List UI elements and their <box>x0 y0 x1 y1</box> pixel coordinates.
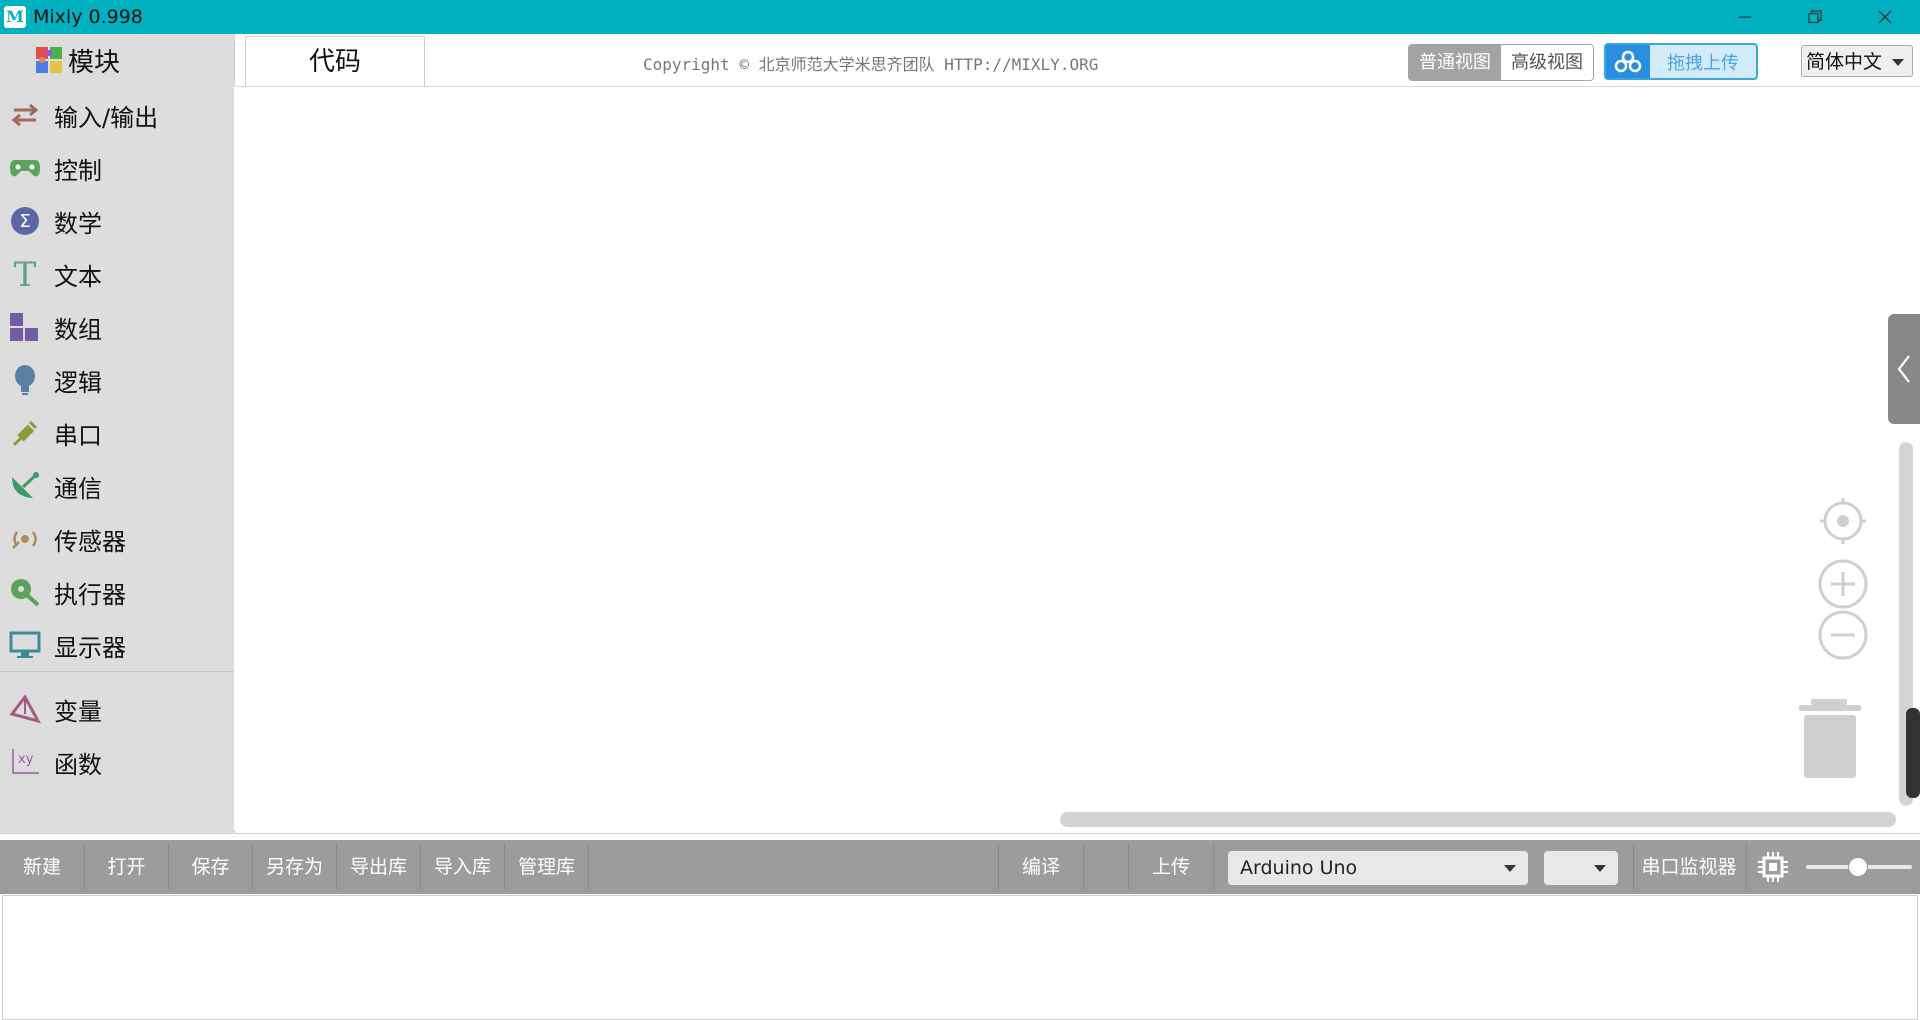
category-sensor[interactable]: 传感器 <box>0 513 234 565</box>
sigma-icon: Σ <box>8 204 42 238</box>
chevron-down-icon <box>1892 59 1904 66</box>
category-array[interactable]: 数组 <box>0 301 234 353</box>
code-panel-toggle[interactable] <box>1888 314 1920 424</box>
actuator-icon <box>8 575 42 609</box>
upload-button[interactable]: 上传 <box>1129 840 1213 894</box>
compile-button[interactable]: 编译 <box>999 840 1083 894</box>
sidebar-header: 模块 <box>0 34 234 86</box>
svg-text:T: T <box>14 258 37 290</box>
sensor-icon <box>8 522 42 556</box>
manage-library-button[interactable]: 管理库 <box>505 840 588 894</box>
restore-icon <box>1808 10 1822 24</box>
cloud-icon <box>1606 45 1650 78</box>
chevron-left-icon <box>1897 355 1910 383</box>
view-switcher: 普通视图 高级视图 <box>1408 44 1594 81</box>
bottom-toolbar: 新建 打开 保存 另存为 导出库 导入库 管理库 编译 上传 Arduino U… <box>0 840 1920 894</box>
open-button[interactable]: 打开 <box>85 840 168 894</box>
blocks-icon <box>8 310 42 344</box>
chip-icon[interactable] <box>1757 851 1789 883</box>
trash-icon[interactable] <box>1795 697 1865 782</box>
category-display[interactable]: 显示器 <box>0 619 234 671</box>
chevron-down-icon <box>1504 865 1516 872</box>
category-logic[interactable]: 逻辑 <box>0 354 234 406</box>
output-console[interactable] <box>2 895 1918 1020</box>
category-text[interactable]: T 文本 <box>0 248 234 300</box>
close-icon <box>1878 10 1892 24</box>
close-button[interactable] <box>1850 0 1920 34</box>
language-value: 简体中文 <box>1806 51 1883 73</box>
satellite-dish-icon <box>8 469 42 503</box>
window-title: Mixly 0.998 <box>33 6 143 28</box>
advanced-view-button[interactable]: 高级视图 <box>1501 45 1593 80</box>
blockly-workspace[interactable] <box>234 87 1920 830</box>
category-control[interactable]: 控制 <box>0 142 234 194</box>
block-category-sidebar: 模块 输入/输出 控制 Σ 数学 T 文本 数组 逻辑 串口 通信 传感器 执行… <box>0 34 235 834</box>
svg-text:xy: xy <box>18 752 34 767</box>
port-select[interactable] <box>1544 851 1618 885</box>
category-math[interactable]: Σ 数学 <box>0 195 234 247</box>
toolbar-divider <box>1746 844 1747 890</box>
save-as-button[interactable]: 另存为 <box>253 840 336 894</box>
board-value: Arduino Uno <box>1240 857 1358 879</box>
category-functions[interactable]: xy 函数 <box>0 736 234 788</box>
bulb-icon <box>8 363 42 397</box>
board-select[interactable]: Arduino Uno <box>1228 851 1528 885</box>
toolbar-divider <box>1083 844 1084 890</box>
serial-monitor-button[interactable]: 串口监视器 <box>1634 840 1744 894</box>
normal-view-button[interactable]: 普通视图 <box>1409 45 1501 80</box>
import-library-button[interactable]: 导入库 <box>421 840 504 894</box>
horizontal-scrollbar[interactable] <box>1060 812 1896 827</box>
workspace-bottom-border <box>0 833 1920 834</box>
recenter-icon[interactable] <box>1818 496 1868 546</box>
minimize-button[interactable] <box>1710 0 1780 34</box>
language-select[interactable]: 简体中文 <box>1801 45 1913 77</box>
save-button[interactable]: 保存 <box>169 840 252 894</box>
sidebar-title: 模块 <box>68 47 121 78</box>
variable-icon <box>8 692 42 726</box>
export-library-button[interactable]: 导出库 <box>337 840 420 894</box>
puzzle-icon <box>36 47 62 73</box>
chevron-down-icon <box>1594 865 1606 872</box>
minimize-icon <box>1739 16 1751 18</box>
zoom-out-icon[interactable] <box>1818 610 1868 660</box>
copyright-text: Copyright © 北京师范大学米思齐团队 HTTP://MIXLY.ORG <box>643 55 1099 74</box>
restore-button[interactable] <box>1780 0 1850 34</box>
category-variables[interactable]: 变量 <box>0 683 234 735</box>
drag-upload-label: 拖拽上传 <box>1667 52 1739 74</box>
usb-plug-icon <box>8 416 42 450</box>
text-t-icon: T <box>8 257 42 291</box>
new-button[interactable]: 新建 <box>0 840 84 894</box>
category-serial[interactable]: 串口 <box>0 407 234 459</box>
svg-text:Σ: Σ <box>19 211 30 232</box>
function-xy-icon: xy <box>8 745 42 779</box>
toolbar-divider <box>1213 844 1214 890</box>
toolbar-divider <box>588 844 589 890</box>
gamepad-icon <box>8 151 42 185</box>
category-io[interactable]: 输入/输出 <box>0 89 234 141</box>
drag-upload-button[interactable]: 拖拽上传 <box>1604 43 1758 80</box>
tab-code[interactable]: 代码 <box>245 36 425 87</box>
arrows-icon <box>8 98 42 132</box>
monitor-icon <box>8 628 42 662</box>
category-communication[interactable]: 通信 <box>0 460 234 512</box>
mixly-logo-icon: M <box>4 6 26 28</box>
workspace-minimap <box>1906 708 1920 798</box>
zoom-slider-thumb[interactable] <box>1848 857 1868 877</box>
sidebar-separator <box>0 671 234 672</box>
category-actuator[interactable]: 执行器 <box>0 566 234 618</box>
title-bar: M Mixly 0.998 <box>0 0 1920 34</box>
zoom-in-icon[interactable] <box>1818 559 1868 609</box>
